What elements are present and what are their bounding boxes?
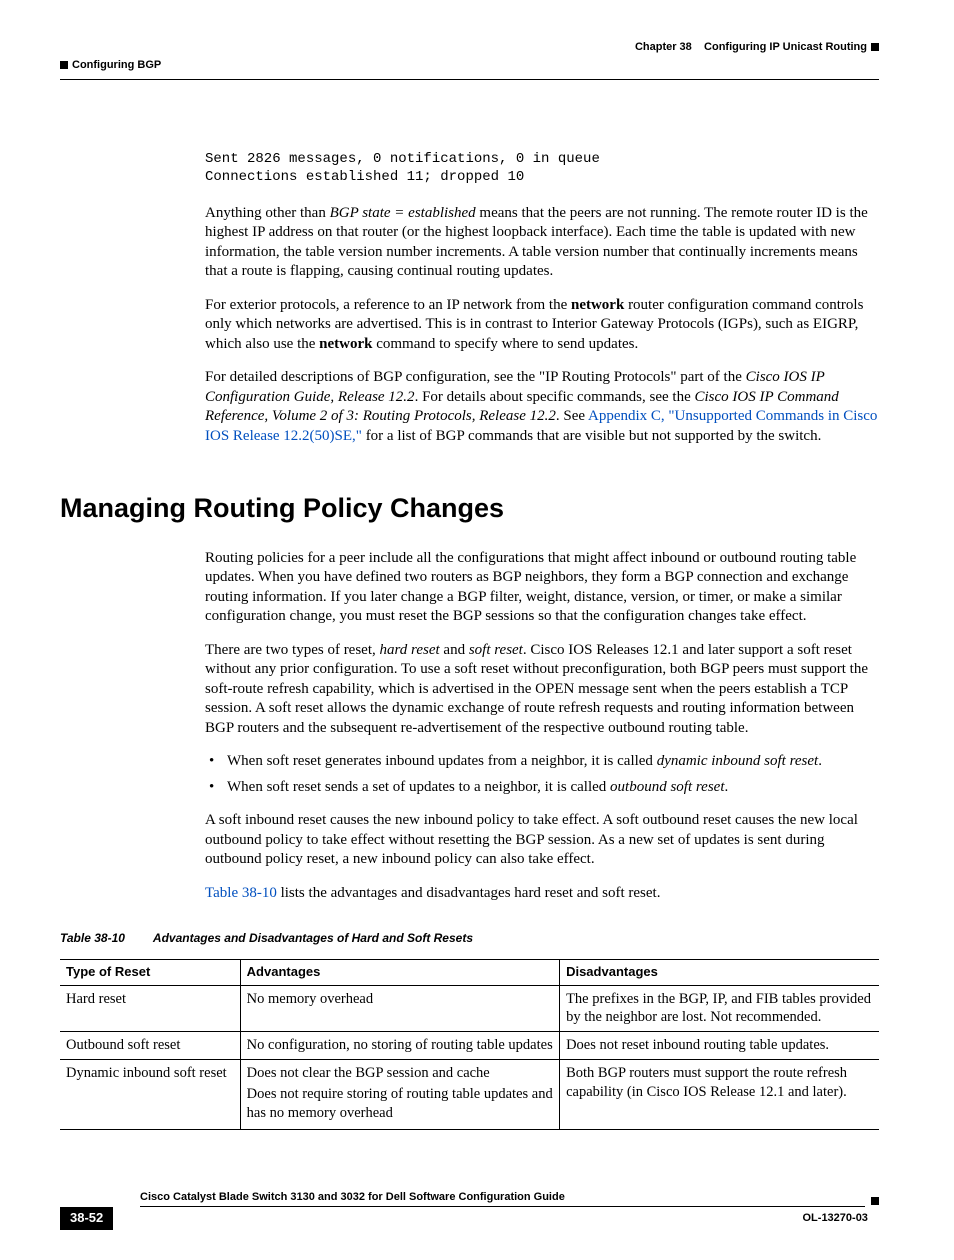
paragraph: Table 38-10 lists the advantages and dis…	[205, 884, 879, 904]
text: There are two types of reset,	[205, 642, 380, 658]
cell: Hard reset	[60, 985, 240, 1032]
text-italic: outbound soft reset	[610, 779, 724, 795]
chapter-label: Chapter 38	[635, 41, 692, 53]
code-output: Sent 2826 messages, 0 notifications, 0 i…	[205, 150, 879, 186]
text: command to specify where to send updates…	[372, 336, 638, 352]
table-caption: Table 38-10 Advantages and Disadvantages …	[60, 931, 879, 947]
text-italic: soft reset	[469, 642, 523, 658]
cell-text: Does not clear the BGP session and cache	[247, 1064, 553, 1083]
text: For exterior protocols, a reference to a…	[205, 297, 571, 313]
header-rule	[60, 79, 879, 80]
cell: No memory overhead	[240, 985, 559, 1032]
cell: Does not clear the BGP session and cache…	[240, 1060, 559, 1130]
table-row: Hard reset No memory overhead The prefix…	[60, 985, 879, 1032]
code-line: Connections established 11; dropped 10	[205, 169, 524, 185]
table-header-row: Type of Reset Advantages Disadvantages	[60, 959, 879, 985]
page-number-badge: 38-52	[60, 1207, 113, 1230]
code-line: Sent 2826 messages, 0 notifications, 0 i…	[205, 151, 600, 167]
table-row: Outbound soft reset No configuration, no…	[60, 1032, 879, 1060]
text-italic: hard reset	[380, 642, 440, 658]
text: . See	[556, 408, 588, 424]
text: for a list of BGP commands that are visi…	[362, 428, 821, 444]
cell: Both BGP routers must support the route …	[560, 1060, 879, 1130]
doc-id: OL-13270-03	[803, 1211, 880, 1225]
text: Anything other than	[205, 205, 330, 221]
footer-bar-icon	[871, 1197, 879, 1205]
reset-table: Type of Reset Advantages Disadvantages H…	[60, 959, 879, 1130]
book-title: Cisco Catalyst Blade Switch 3130 and 303…	[140, 1190, 865, 1207]
paragraph: Routing policies for a peer include all …	[205, 549, 879, 627]
col-header: Disadvantages	[560, 959, 879, 985]
section-label: Configuring BGP	[72, 59, 161, 71]
page-header: Chapter 38 Configuring IP Unicast Routin…	[60, 40, 879, 54]
section-heading: Managing Routing Policy Changes	[60, 491, 879, 526]
chapter-title: Configuring IP Unicast Routing	[704, 41, 867, 53]
table-title: Advantages and Disadvantages of Hard and…	[153, 931, 473, 945]
paragraph: For detailed descriptions of BGP configu…	[205, 368, 879, 446]
list-item: When soft reset generates inbound update…	[205, 752, 879, 772]
table-label: Table 38-10	[60, 931, 125, 945]
cell: Outbound soft reset	[60, 1032, 240, 1060]
text: and	[440, 642, 469, 658]
cell: Does not reset inbound routing table upd…	[560, 1032, 879, 1060]
text: OL-13270-03	[803, 1212, 868, 1224]
header-bar-icon	[871, 43, 879, 51]
page-subheader: Configuring BGP	[60, 58, 879, 72]
header-right: Chapter 38 Configuring IP Unicast Routin…	[60, 40, 879, 54]
cell: The prefixes in the BGP, IP, and FIB tab…	[560, 985, 879, 1032]
text: .	[818, 753, 822, 769]
text: When soft reset sends a set of updates t…	[227, 779, 610, 795]
table-row: Dynamic inbound soft reset Does not clea…	[60, 1060, 879, 1130]
text-italic: dynamic inbound soft reset	[657, 753, 819, 769]
paragraph: Anything other than BGP state = establis…	[205, 204, 879, 282]
paragraph: For exterior protocols, a reference to a…	[205, 296, 879, 355]
text: When soft reset generates inbound update…	[227, 753, 657, 769]
paragraph: There are two types of reset, hard reset…	[205, 641, 879, 739]
text: lists the advantages and disadvantages h…	[277, 885, 661, 901]
paragraph: A soft inbound reset causes the new inbo…	[205, 811, 879, 870]
page-footer: Cisco Catalyst Blade Switch 3130 and 303…	[60, 1190, 879, 1230]
col-header: Advantages	[240, 959, 559, 985]
header-bar-icon	[60, 61, 68, 69]
table-ref-link[interactable]: Table 38-10	[205, 885, 277, 901]
text-italic: BGP state = established	[330, 205, 476, 221]
bullet-list: When soft reset generates inbound update…	[205, 752, 879, 797]
col-header: Type of Reset	[60, 959, 240, 985]
header-left: Configuring BGP	[60, 58, 161, 72]
text: .	[725, 779, 729, 795]
cell-text: Does not require storing of routing tabl…	[247, 1085, 553, 1123]
list-item: When soft reset sends a set of updates t…	[205, 778, 879, 798]
text-bold: network	[571, 297, 624, 313]
text: For detailed descriptions of BGP configu…	[205, 369, 746, 385]
cell: No configuration, no storing of routing …	[240, 1032, 559, 1060]
text-bold: network	[319, 336, 372, 352]
cell: Dynamic inbound soft reset	[60, 1060, 240, 1130]
text: . For details about specific commands, s…	[415, 389, 695, 405]
